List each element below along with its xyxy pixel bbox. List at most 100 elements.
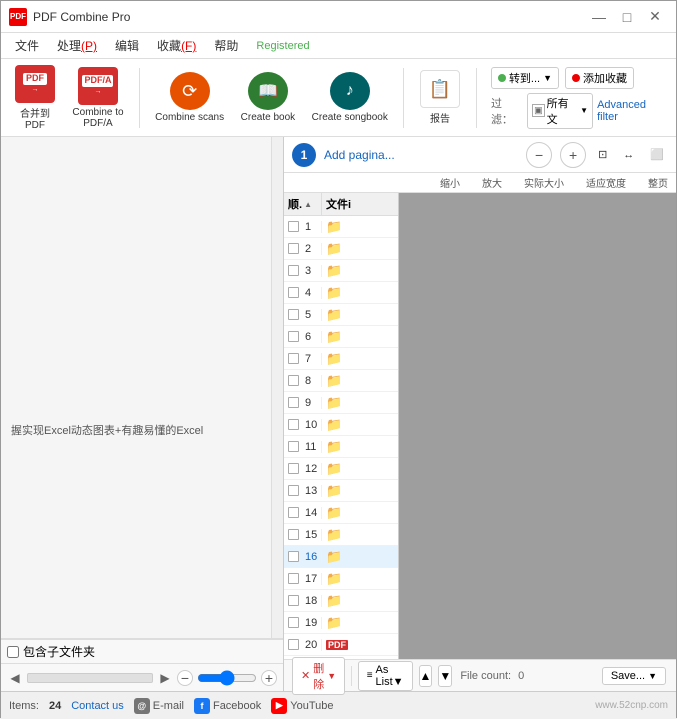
app-icon: PDF [9,8,27,26]
row-checkbox[interactable] [288,243,299,254]
subfolder-label: 包含子文件夹 [23,643,95,660]
table-row[interactable]: 18📁 [284,590,398,612]
row-checkbox[interactable] [288,485,299,496]
toolbar-sep1 [139,68,140,128]
right-panel: 1 Add pagina... − + ⊡ ↔ ⬜ 缩小 放大 实际大小 适应宽… [284,137,676,691]
folder-icon: 📁 [326,527,342,543]
row-checkbox[interactable] [288,287,299,298]
row-checkbox[interactable] [288,529,299,540]
add-pages-label[interactable]: Add pagina... [324,148,395,162]
row-checkbox[interactable] [288,221,299,232]
folder-icon: 📁 [326,593,342,609]
document-preview [399,193,676,659]
facebook-link[interactable]: f Facebook [194,698,261,714]
add-favorite-button[interactable]: 添加收藏 [565,67,634,89]
row-checkbox[interactable] [288,551,299,562]
row-checkbox[interactable] [288,265,299,276]
table-row[interactable]: 9📁 [284,392,398,414]
menu-process[interactable]: 处理(P) [49,35,105,56]
email-link[interactable]: @ E-mail [134,698,184,714]
left-bottom-bar: ◀ ▶ − + [1,663,283,691]
menu-help[interactable]: 帮助 [206,35,246,56]
combine-pdf-button[interactable]: PDF → 合并到PDF [9,61,61,135]
move-up-button[interactable]: ▲ [419,665,433,687]
table-row[interactable]: 7📁 [284,348,398,370]
zoom-in-button[interactable]: + [560,142,586,168]
table-row[interactable]: 1📁 [284,216,398,238]
subfolder-checkbox[interactable] [7,646,19,658]
combine-scans-button[interactable]: ⟳ Combine scans [150,68,229,127]
zoom-out-button[interactable]: − [526,142,552,168]
app-title: PDF Combine Pro [33,10,130,24]
row-checkbox[interactable] [288,309,299,320]
minimize-button[interactable]: — [586,4,612,30]
row-checkbox[interactable] [288,617,299,628]
table-row[interactable]: 8📁 [284,370,398,392]
table-row[interactable]: 10📁 [284,414,398,436]
row-checkbox[interactable] [288,507,299,518]
create-book-button[interactable]: 📖 Create book [235,68,300,127]
youtube-link[interactable]: ▶ YouTube [271,698,333,714]
table-row[interactable]: 17📁 [284,568,398,590]
table-row[interactable]: 16📁 [284,546,398,568]
row-checkbox[interactable] [288,353,299,364]
table-row[interactable]: 15📁 [284,524,398,546]
maximize-button[interactable]: □ [614,4,640,30]
zoom-full-page[interactable]: ⬜ [646,146,668,163]
zoom-plus-button[interactable]: + [261,670,277,686]
row-checkbox[interactable] [288,375,299,386]
row-checkbox[interactable] [288,331,299,342]
folder-icon: 📁 [326,549,342,565]
row-checkbox[interactable] [288,639,299,650]
left-scrollbar[interactable] [271,137,283,638]
zoom-minus-button[interactable]: − [177,670,193,686]
save-button[interactable]: Save... ▼ [602,667,666,685]
table-row[interactable]: 19📁 [284,612,398,634]
combine-scans-label: Combine scans [155,112,224,123]
delete-button[interactable]: ✕ 删除 ▼ [292,657,345,695]
row-checkbox[interactable] [288,595,299,606]
row-checkbox[interactable] [288,419,299,430]
table-row[interactable]: 4📁 [284,282,398,304]
table-row[interactable]: 5📁 [284,304,398,326]
row-checkbox[interactable] [288,573,299,584]
report-button[interactable]: 📋 报告 [414,66,466,129]
table-row[interactable]: 20PDF [284,634,398,656]
folder-icon: 📁 [326,219,342,235]
horizontal-scrollbar[interactable] [27,673,153,683]
row-checkbox[interactable] [288,397,299,408]
create-songbook-icon: ♪ [330,72,370,110]
create-songbook-label: Create songbook [312,112,388,123]
zoom-actual-size[interactable]: ⊡ [594,146,611,163]
zoom-fit-width[interactable]: ↔ [619,147,638,163]
zoom-controls: − + ⊡ ↔ ⬜ [526,142,668,168]
combine-pdf-label: 合并到PDF [20,105,50,131]
convert-to-button[interactable]: 转到... ▼ [491,67,559,89]
toolbar: PDF → 合并到PDF PDF/A → Combine toPDF/A ⟳ C… [1,59,676,137]
row-checkbox[interactable] [288,441,299,452]
close-button[interactable]: ✕ [642,4,668,30]
advanced-filter-link[interactable]: Advanced filter [597,99,668,123]
as-list-button[interactable]: ≡ As List▼ [358,661,413,691]
convert-dot [498,74,506,82]
table-row[interactable]: 12📁 [284,458,398,480]
table-row[interactable]: 11📁 [284,436,398,458]
move-down-button[interactable]: ▼ [438,665,452,687]
menu-collect[interactable]: 收藏(F) [149,35,204,56]
left-panel: 握实现Excel动态图表+有趣易懂的Excel 包含子文件夹 ◀ ▶ − + [1,137,284,691]
zoom-slider[interactable] [197,673,257,683]
row-checkbox[interactable] [288,463,299,474]
contact-link[interactable]: Contact us [71,700,124,712]
table-row[interactable]: 6📁 [284,326,398,348]
table-row[interactable]: 13📁 [284,480,398,502]
left-nav-button[interactable]: ◀ [7,670,23,686]
table-row[interactable]: 14📁 [284,502,398,524]
table-row[interactable]: 3📁 [284,260,398,282]
menu-file[interactable]: 文件 [7,35,47,56]
table-row[interactable]: 2📁 [284,238,398,260]
menu-edit[interactable]: 编辑 [107,35,147,56]
create-songbook-button[interactable]: ♪ Create songbook [307,68,393,127]
right-nav-button[interactable]: ▶ [157,670,173,686]
combine-pdfa-button[interactable]: PDF/A → Combine toPDF/A [67,63,129,133]
filter-select[interactable]: ▣ 所有文 ▼ [527,93,593,129]
